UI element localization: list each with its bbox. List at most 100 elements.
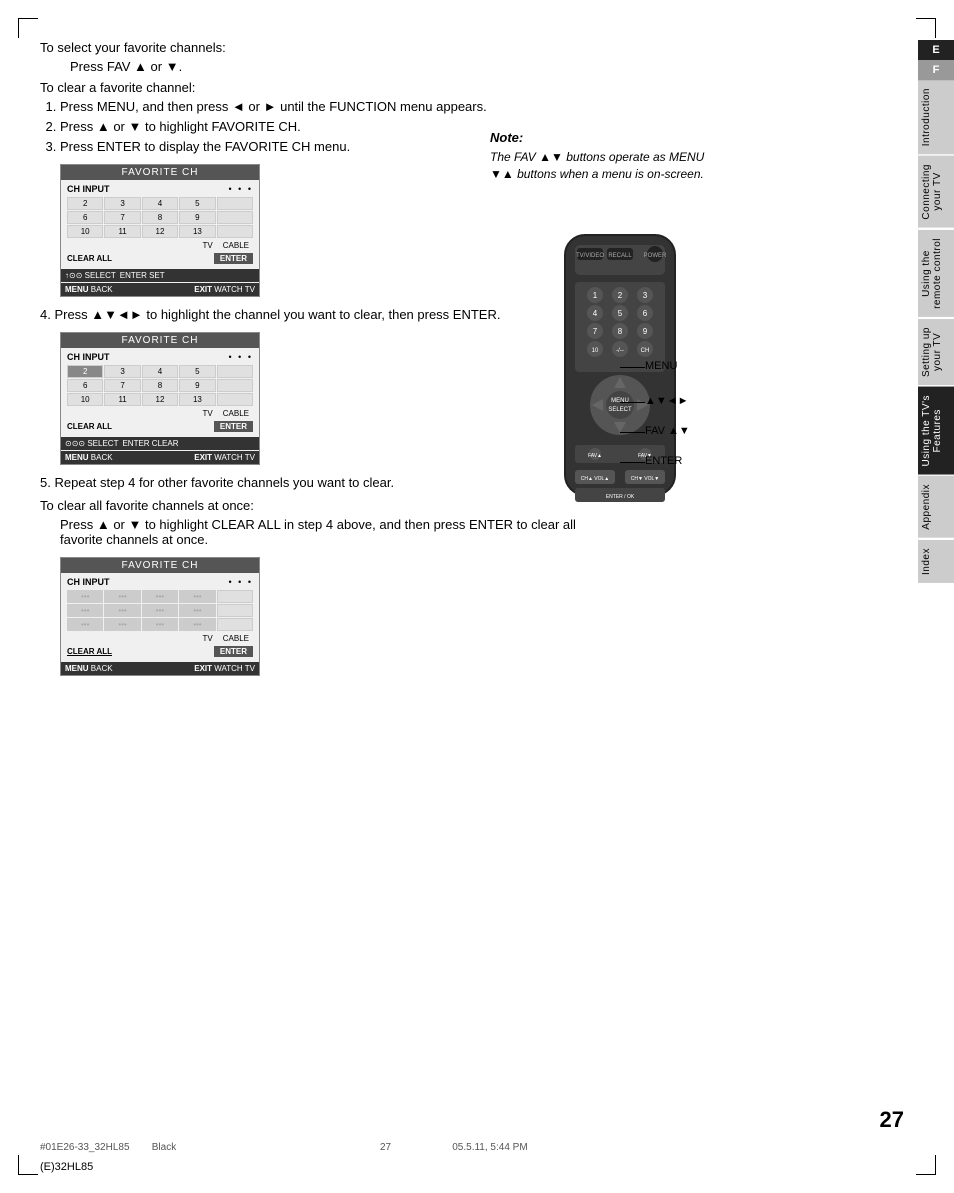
e9: ••• (67, 618, 103, 631)
screen-row-ch: CH INPUT • • • (67, 184, 253, 194)
ch-3-b: 3 (104, 365, 140, 378)
ch-blank1 (217, 197, 253, 210)
footer-left: #01E26-33_32HL85 Black (40, 1142, 176, 1153)
screen-body-1: CH INPUT • • • 2 3 4 5 6 7 8 9 10 11 12 … (61, 180, 259, 268)
footer-code: #01E26-33_32HL85 (40, 1142, 130, 1153)
screen-footer-1: CLEAR ALL ENTER (67, 253, 253, 264)
e-blank1 (217, 590, 253, 603)
ch-7-b: 7 (104, 379, 140, 392)
e4: ••• (179, 590, 215, 603)
sidebar-tab-setup[interactable]: Setting upyour TV (918, 319, 954, 385)
svg-text:ENTER / OK: ENTER / OK (606, 494, 635, 500)
screen-box-1: FAVORITE CH CH INPUT • • • 2 3 4 5 6 7 8… (60, 164, 260, 297)
page-number: 27 (880, 1107, 904, 1133)
ch-3: 3 (104, 197, 140, 210)
fav-line (620, 432, 645, 433)
e2: ••• (104, 590, 140, 603)
ch-7: 7 (104, 211, 140, 224)
step5-text: 5. Repeat step 4 for other favorite chan… (40, 475, 600, 490)
corner-tl (18, 18, 38, 38)
step-2: Press ▲ or ▼ to highlight FAVORITE CH. (60, 119, 600, 134)
letter-f: F (918, 60, 954, 80)
fav-label: FAV ▲▼ (645, 425, 690, 437)
svg-text:6: 6 (643, 309, 648, 318)
step-3: Press ENTER to display the FAVORITE CH m… (60, 139, 600, 154)
exit-text: EXIT WATCH TV (194, 285, 255, 294)
sidebar: Introduction Connectingyour TV Using the… (918, 80, 954, 583)
e1: ••• (67, 590, 103, 603)
svg-text:-/--: -/-- (616, 348, 624, 354)
ch-2-hl: 2 (67, 365, 103, 378)
sidebar-tab-features[interactable]: Using the TV'sFeatures (918, 387, 954, 475)
clear-section-body: Press ▲ or ▼ to highlight CLEAR ALL in s… (60, 517, 600, 547)
steps-list: Press MENU, and then press ◄ or ► until … (60, 99, 600, 154)
screen-row-ch-2: CH INPUT • • • (67, 352, 253, 362)
clear-section-title: To clear all favorite channels at once: (40, 498, 600, 513)
footer-color: Black (152, 1142, 176, 1153)
nav-label: ▲▼◄► (645, 395, 689, 407)
svg-text:MENU: MENU (611, 398, 629, 404)
e3: ••• (142, 590, 178, 603)
screen-title-3: FAVORITE CH (61, 558, 259, 573)
enter-label: ENTER (645, 455, 682, 467)
ch-9-b: 9 (179, 379, 215, 392)
ch-blank-b2 (217, 379, 253, 392)
ch-13-b: 13 (179, 393, 215, 406)
sidebar-tab-appendix[interactable]: Appendix (918, 476, 954, 538)
enter-btn-2: ENTER (214, 421, 253, 432)
screen-box-3: FAVORITE CH CH INPUT • • • ••• ••• ••• •… (60, 557, 260, 676)
tv-cable-row-1: TV CABLE (67, 241, 253, 250)
svg-text:CH▼ VOL▼: CH▼ VOL▼ (631, 476, 660, 482)
enter-btn-3: ENTER (214, 646, 253, 657)
letter-e: E (918, 40, 954, 60)
footer-model: (E)32HL85 (40, 1161, 93, 1173)
e7: ••• (142, 604, 178, 617)
ch-6: 6 (67, 211, 103, 224)
ch-blank2 (217, 211, 253, 224)
ch-blank-b3 (217, 393, 253, 406)
sidebar-tab-introduction[interactable]: Introduction (918, 80, 954, 154)
tv-cable-row-2: TV CABLE (67, 409, 253, 418)
ch-12-b: 12 (142, 393, 178, 406)
sidebar-tab-connecting[interactable]: Connectingyour TV (918, 156, 954, 228)
sidebar-tab-index[interactable]: Index (918, 540, 954, 583)
menu-line (620, 367, 645, 368)
ch-10: 10 (67, 225, 103, 238)
ch-10-b: 10 (67, 393, 103, 406)
screen-nav-3: ⊙⊙⊙ SELECT ENTER CLEAR (61, 437, 259, 450)
svg-text:RECALL: RECALL (608, 253, 632, 259)
back-text-2: MENU BACK (65, 453, 113, 462)
ch-9: 9 (179, 211, 215, 224)
back-text-3: MENU BACK (65, 664, 113, 673)
ch-11: 11 (104, 225, 140, 238)
screen-body-2: CH INPUT • • • 2 3 4 5 6 7 8 9 10 11 12 … (61, 348, 259, 436)
clear-all-text-2: CLEAR ALL (67, 422, 112, 431)
screen-nav-5: MENU BACK EXIT WATCH TV (61, 662, 259, 675)
e6: ••• (104, 604, 140, 617)
e-blank2 (217, 604, 253, 617)
svg-text:POWER: POWER (644, 253, 667, 259)
ch-5: 5 (179, 197, 215, 210)
tv-label: TV (203, 241, 213, 250)
intro-text-1: To select your favorite channels: (40, 40, 600, 55)
screen-box-2: FAVORITE CH CH INPUT • • • 2 3 4 5 6 7 8… (60, 332, 260, 465)
footer-page: 27 (380, 1142, 391, 1153)
tv-label-2: TV (203, 409, 213, 418)
ch-input-label-3: CH INPUT (67, 577, 122, 587)
footer-date: 05.5.11, 5:44 PM (452, 1142, 527, 1153)
e11: ••• (142, 618, 178, 631)
e5: ••• (67, 604, 103, 617)
ch-6-b: 6 (67, 379, 103, 392)
svg-text:9: 9 (643, 327, 648, 336)
clear-all-text: CLEAR ALL (67, 254, 112, 263)
sidebar-tab-remote[interactable]: Using theremote control (918, 230, 954, 317)
back-text: MENU BACK (65, 285, 113, 294)
svg-text:CH: CH (641, 348, 650, 354)
e10: ••• (104, 618, 140, 631)
corner-br (916, 1155, 936, 1175)
screen-title-2: FAVORITE CH (61, 333, 259, 348)
screen-body-3: CH INPUT • • • ••• ••• ••• ••• ••• ••• •… (61, 573, 259, 661)
nav-line (620, 402, 645, 403)
ch-8: 8 (142, 211, 178, 224)
nav-text-3: ⊙⊙⊙ SELECT (65, 439, 118, 448)
